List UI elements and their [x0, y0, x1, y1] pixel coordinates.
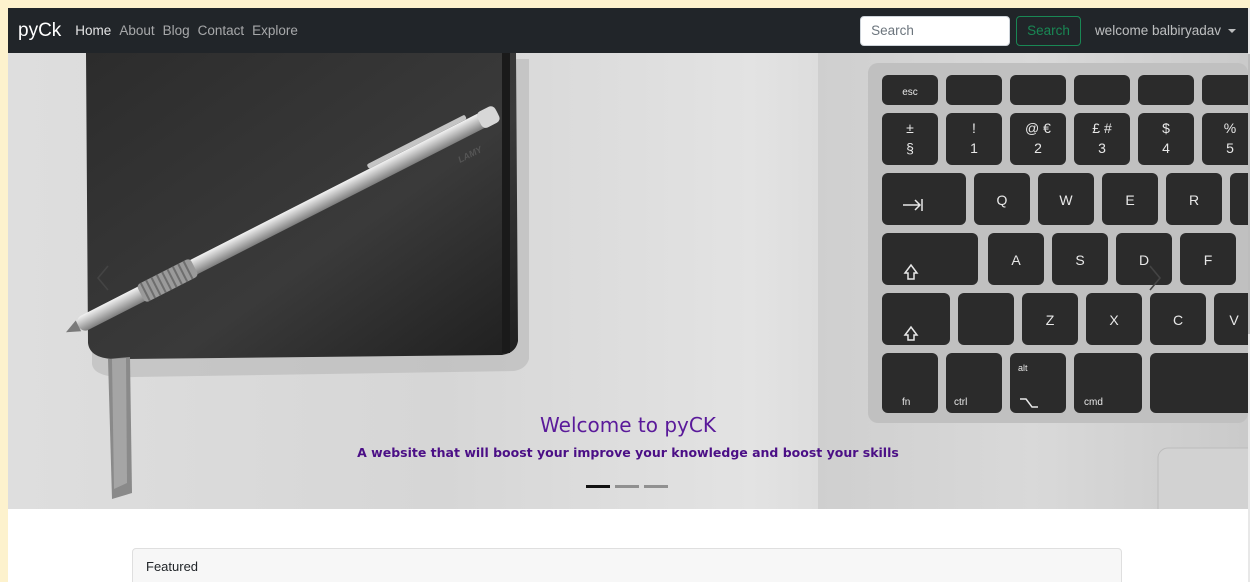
key-label: 5: [1226, 140, 1234, 156]
key-esc: esc: [902, 87, 918, 98]
featured-card-header: Featured: [146, 559, 199, 574]
chevron-left-icon: [96, 265, 109, 291]
key-label: fn: [902, 397, 910, 408]
nav-link-contact[interactable]: Contact: [198, 23, 245, 38]
key-label: X: [1109, 312, 1119, 328]
carousel-indicators: [586, 485, 673, 488]
carousel-indicator-3[interactable]: [644, 485, 668, 488]
key-label: A: [1011, 252, 1021, 268]
nav-right: Search welcome balbiryadav: [860, 8, 1236, 53]
key-label: F: [1204, 252, 1213, 268]
key-label: 3: [1098, 140, 1106, 156]
key-label: £ #: [1092, 120, 1112, 136]
caption-subtitle: A website that will boost your improve y…: [357, 445, 899, 460]
carousel-caption: Welcome to pyCK A website that will boos…: [8, 413, 1248, 460]
user-dropdown[interactable]: welcome balbiryadav: [1095, 23, 1236, 38]
key-label: Z: [1046, 312, 1055, 328]
nav-links: Home About Blog Contact Explore: [75, 23, 306, 38]
key-label: 1: [970, 140, 978, 156]
caret-down-icon: [1228, 28, 1236, 33]
user-dropdown-label: welcome balbiryadav: [1094, 23, 1221, 38]
key-label: $: [1162, 120, 1170, 136]
search-input[interactable]: [860, 15, 1011, 46]
browser-viewport: pyCk Home About Blog Contact Explore Sea…: [8, 8, 1250, 582]
key-label: 2: [1034, 140, 1042, 156]
key-label: R: [1189, 192, 1199, 208]
search-button[interactable]: Search: [1016, 15, 1081, 46]
nav-link-about[interactable]: About: [119, 23, 154, 38]
key-label: §: [906, 140, 914, 156]
caption-title: Welcome to pyCK: [540, 413, 716, 437]
key-label: S: [1075, 252, 1084, 268]
key-label: W: [1059, 192, 1073, 208]
key-label: @ €: [1025, 120, 1051, 136]
key-label: Q: [997, 192, 1008, 208]
featured-card: Featured: [132, 548, 1122, 582]
chevron-right-icon: [1149, 265, 1162, 291]
nav-link-explore[interactable]: Explore: [252, 23, 298, 38]
key-label: %: [1224, 120, 1236, 136]
key-label: E: [1125, 192, 1134, 208]
brand-logo[interactable]: pyCk: [18, 8, 61, 53]
carousel-prev-button[interactable]: [88, 258, 118, 298]
carousel-indicator-2[interactable]: [615, 485, 639, 488]
key-label: !: [972, 120, 976, 136]
key-label: C: [1173, 312, 1183, 328]
key-label: ±: [906, 120, 914, 136]
carousel: esc ± § ! 1 @ € 2 £ # 3 $ 4 % 5 Q W E R …: [8, 53, 1248, 509]
key-label: V: [1229, 312, 1239, 328]
key-label: 4: [1162, 140, 1170, 156]
key-label: alt: [1018, 363, 1028, 373]
key-label: ctrl: [954, 397, 967, 408]
navbar: pyCk Home About Blog Contact Explore Sea…: [8, 8, 1248, 53]
carousel-next-button[interactable]: [1140, 258, 1170, 298]
nav-link-home[interactable]: Home: [75, 23, 111, 38]
nav-link-blog[interactable]: Blog: [163, 23, 190, 38]
key-label: cmd: [1084, 397, 1103, 408]
carousel-indicator-1[interactable]: [586, 485, 610, 488]
